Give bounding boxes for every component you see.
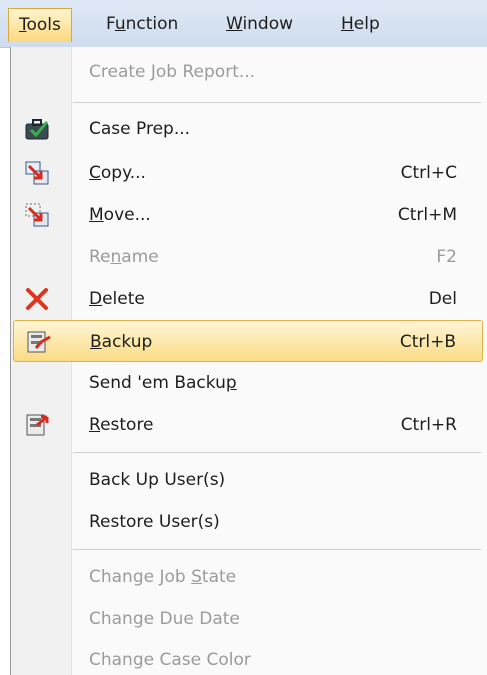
menu-tools-accesskey: T xyxy=(19,15,27,35)
menu-window[interactable]: Window xyxy=(216,10,303,38)
menu-tools[interactable]: Tools xyxy=(8,8,72,42)
copy-icon xyxy=(25,161,49,185)
menu-function-text-rest: nction xyxy=(125,14,179,34)
menu-function[interactable]: Function xyxy=(96,10,188,38)
menu-help-text-rest: elp xyxy=(353,14,380,34)
menu-item-label: Rename xyxy=(89,247,159,267)
menu-item-restore[interactable]: Restore Ctrl+R xyxy=(13,404,483,446)
menu-item-label: Change Job State xyxy=(89,567,237,587)
menu-function-accesskey: u xyxy=(114,14,126,34)
menu-item-label: Move... xyxy=(89,205,151,225)
menu-item-shortcut: F2 xyxy=(436,247,457,267)
menu-item-backup[interactable]: Backup Ctrl+B xyxy=(13,320,483,362)
menu-window-accesskey: W xyxy=(226,14,243,34)
menu-separator xyxy=(73,102,481,103)
menu-item-shortcut: Del xyxy=(428,289,457,309)
menu-separator xyxy=(73,549,481,550)
menu-item-label: Change Due Date xyxy=(89,609,240,629)
menu-item-move[interactable]: Move... Ctrl+M xyxy=(13,194,483,236)
menu-function-text: F xyxy=(106,14,115,34)
menu-item-shortcut: Ctrl+R xyxy=(400,415,457,435)
menu-separator xyxy=(73,452,481,453)
menu-item-label: Restore xyxy=(89,415,154,435)
menu-item-label: Change Case Color xyxy=(89,650,251,670)
menu-item-change-due-date: Change Due Date xyxy=(13,598,483,640)
menu-item-shortcut: Ctrl+B xyxy=(399,332,456,352)
menu-item-label: Send 'em Backup xyxy=(89,373,237,393)
case-prep-icon xyxy=(25,119,49,140)
menu-item-delete[interactable]: Delete Del xyxy=(13,278,483,320)
menu-tools-text-rest: ools xyxy=(26,15,61,35)
restore-icon xyxy=(26,414,49,436)
menu-item-change-job-state: Change Job State xyxy=(13,556,483,598)
menu-item-copy[interactable]: Copy... Ctrl+C xyxy=(13,152,483,194)
menu-item-send-em-backup[interactable]: Send 'em Backup xyxy=(13,362,483,404)
menu-item-rename: Rename F2 xyxy=(13,236,483,278)
menu-item-create-job-report: Create Job Report... xyxy=(13,51,483,93)
menu-item-shortcut: Ctrl+M xyxy=(397,205,457,225)
menu-window-text-rest: indow xyxy=(242,14,294,34)
menu-item-label: Back Up User(s) xyxy=(89,470,226,490)
menu-item-label: Restore User(s) xyxy=(89,512,220,532)
menu-item-change-case-color: Change Case Color xyxy=(13,639,483,675)
menu-help[interactable]: Help xyxy=(331,10,390,38)
menu-bar: Tools Function Window Help xyxy=(0,0,487,48)
menu-item-label: Create Job Report... xyxy=(89,62,256,82)
menu-help-accesskey: H xyxy=(341,14,354,34)
menu-item-label: Delete xyxy=(89,289,145,309)
menu-item-label: Copy... xyxy=(89,163,146,183)
delete-icon xyxy=(26,288,48,310)
menu-item-shortcut: Ctrl+C xyxy=(400,163,457,183)
move-icon xyxy=(25,203,49,227)
menu-item-restore-users[interactable]: Restore User(s) xyxy=(13,501,483,543)
menu-item-back-up-users[interactable]: Back Up User(s) xyxy=(13,459,483,501)
tools-dropdown-menu: Create Job Report... Case Prep... Copy..… xyxy=(10,47,487,675)
backup-icon xyxy=(27,331,51,353)
menu-item-case-prep[interactable]: Case Prep... xyxy=(13,108,483,150)
menu-item-label: Backup xyxy=(90,332,153,352)
menu-item-label: Case Prep... xyxy=(89,119,191,139)
